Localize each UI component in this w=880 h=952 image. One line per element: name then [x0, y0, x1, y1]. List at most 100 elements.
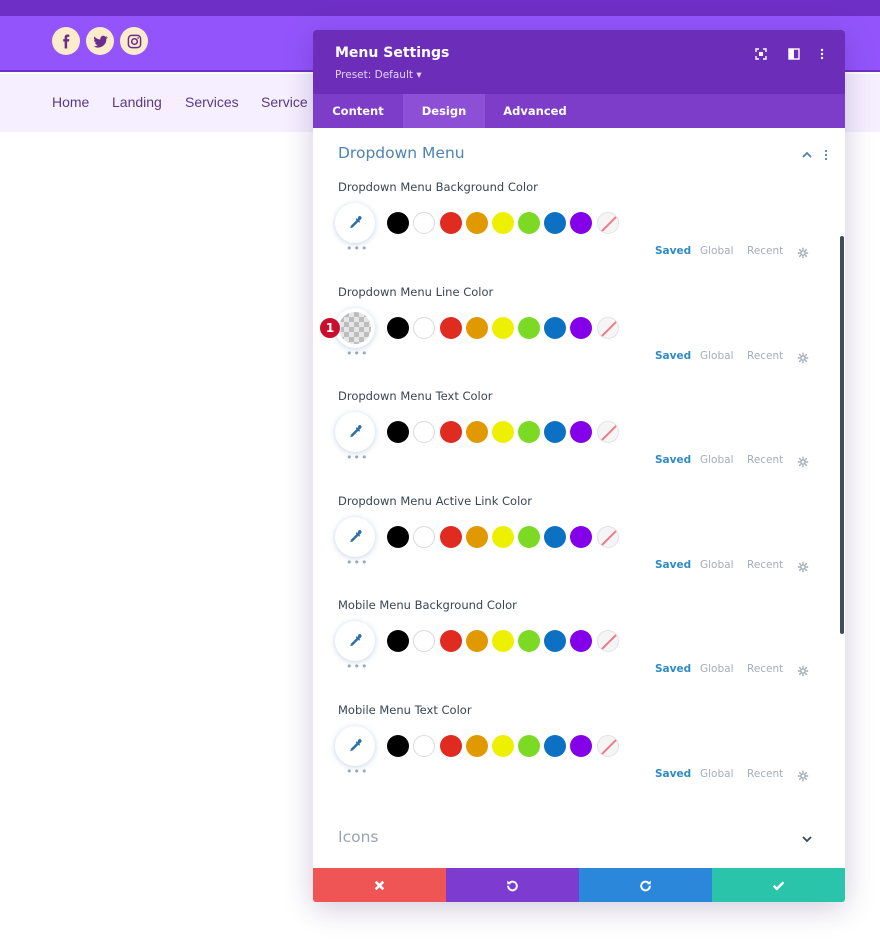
color-swatch[interactable] — [570, 212, 592, 234]
color-swatch[interactable] — [413, 316, 435, 339]
undo-button[interactable] — [446, 868, 579, 902]
color-picker-button[interactable] — [335, 307, 375, 348]
cancel-button[interactable] — [313, 868, 446, 902]
recent-palette-tab[interactable]: Recent — [747, 663, 783, 675]
swatch-none[interactable] — [597, 421, 619, 443]
color-swatch[interactable] — [492, 630, 514, 652]
color-picker-button[interactable] — [335, 412, 375, 452]
color-picker-button[interactable] — [335, 725, 375, 766]
more-options-dots[interactable]: ••• — [346, 660, 368, 673]
color-swatch[interactable] — [570, 316, 592, 339]
section-menu-icon[interactable] — [819, 148, 833, 162]
gear-icon[interactable] — [797, 247, 809, 259]
gear-icon[interactable] — [797, 770, 809, 782]
section-title-icons[interactable]: Icons — [338, 828, 378, 846]
recent-palette-tab[interactable]: Recent — [747, 454, 783, 466]
save-button[interactable] — [712, 868, 845, 902]
color-swatch[interactable] — [413, 421, 435, 443]
color-swatch[interactable] — [440, 734, 462, 757]
gear-icon[interactable] — [797, 561, 809, 573]
saved-palette-tab[interactable]: Saved — [655, 663, 691, 675]
color-swatch[interactable] — [518, 212, 540, 234]
swatch-none[interactable] — [597, 316, 619, 339]
saved-palette-tab[interactable]: Saved — [655, 350, 691, 362]
color-swatch[interactable] — [570, 734, 592, 757]
scrollbar[interactable] — [840, 236, 844, 634]
color-swatch[interactable] — [440, 316, 462, 339]
color-swatch[interactable] — [492, 212, 514, 234]
more-options-icon[interactable] — [814, 46, 830, 62]
color-swatch[interactable] — [570, 630, 592, 652]
more-options-dots[interactable]: ••• — [346, 451, 368, 464]
nav-link-service[interactable]: Service — [261, 94, 308, 110]
global-palette-tab[interactable]: Global — [700, 768, 734, 780]
more-options-dots[interactable]: ••• — [346, 347, 368, 360]
tab-advanced[interactable]: Advanced — [485, 94, 585, 128]
color-swatch[interactable] — [387, 212, 409, 234]
saved-palette-tab[interactable]: Saved — [655, 245, 691, 257]
color-swatch[interactable] — [518, 734, 540, 757]
global-palette-tab[interactable]: Global — [700, 454, 734, 466]
color-swatch[interactable] — [387, 316, 409, 339]
instagram-icon[interactable] — [120, 27, 148, 55]
color-swatch[interactable] — [466, 734, 488, 757]
color-swatch[interactable] — [518, 316, 540, 339]
color-swatch[interactable] — [413, 734, 435, 757]
color-swatch[interactable] — [387, 630, 409, 652]
global-palette-tab[interactable]: Global — [700, 350, 734, 362]
recent-palette-tab[interactable]: Recent — [747, 559, 783, 571]
color-picker-button[interactable] — [335, 203, 375, 243]
color-swatch[interactable] — [544, 630, 566, 652]
more-options-dots[interactable]: ••• — [346, 242, 368, 255]
saved-palette-tab[interactable]: Saved — [655, 768, 691, 780]
color-swatch[interactable] — [544, 212, 566, 234]
recent-palette-tab[interactable]: Recent — [747, 768, 783, 780]
color-swatch[interactable] — [413, 212, 435, 234]
color-swatch[interactable] — [518, 525, 540, 548]
color-swatch[interactable] — [387, 525, 409, 548]
swatch-none[interactable] — [597, 734, 619, 757]
gear-icon[interactable] — [797, 456, 809, 468]
gear-icon[interactable] — [797, 665, 809, 677]
swatch-none[interactable] — [597, 525, 619, 548]
saved-palette-tab[interactable]: Saved — [655, 559, 691, 571]
global-palette-tab[interactable]: Global — [700, 663, 734, 675]
gear-icon[interactable] — [797, 352, 809, 364]
section-title-dropdown-menu[interactable]: Dropdown Menu — [338, 144, 465, 162]
fullscreen-icon[interactable] — [753, 46, 769, 62]
color-picker-button[interactable] — [335, 621, 375, 661]
nav-link-home[interactable]: Home — [52, 94, 89, 110]
color-swatch[interactable] — [518, 421, 540, 443]
global-palette-tab[interactable]: Global — [700, 559, 734, 571]
color-swatch[interactable] — [413, 525, 435, 548]
twitter-icon[interactable] — [86, 27, 114, 55]
color-swatch[interactable] — [570, 525, 592, 548]
facebook-icon[interactable] — [52, 27, 80, 55]
tab-design[interactable]: Design — [403, 94, 485, 128]
color-swatch[interactable] — [440, 630, 462, 652]
saved-palette-tab[interactable]: Saved — [655, 454, 691, 466]
color-swatch[interactable] — [544, 525, 566, 548]
color-swatch[interactable] — [518, 630, 540, 652]
color-swatch[interactable] — [466, 630, 488, 652]
color-swatch[interactable] — [466, 525, 488, 548]
color-swatch[interactable] — [544, 421, 566, 443]
chevron-up-icon[interactable] — [800, 148, 814, 162]
nav-link-landing[interactable]: Landing — [112, 94, 162, 110]
color-swatch[interactable] — [466, 316, 488, 339]
more-options-dots[interactable]: ••• — [346, 765, 368, 778]
color-swatch[interactable] — [387, 421, 409, 443]
color-swatch[interactable] — [466, 212, 488, 234]
chevron-down-icon[interactable] — [800, 832, 814, 846]
swatch-none[interactable] — [597, 630, 619, 652]
color-swatch[interactable] — [413, 630, 435, 652]
color-swatch[interactable] — [570, 421, 592, 443]
redo-button[interactable] — [579, 868, 712, 902]
more-options-dots[interactable]: ••• — [346, 556, 368, 569]
swatch-none[interactable] — [597, 212, 619, 234]
recent-palette-tab[interactable]: Recent — [747, 350, 783, 362]
color-swatch[interactable] — [440, 525, 462, 548]
color-swatch[interactable] — [440, 212, 462, 234]
color-swatch[interactable] — [387, 734, 409, 757]
color-picker-button[interactable] — [335, 516, 375, 557]
